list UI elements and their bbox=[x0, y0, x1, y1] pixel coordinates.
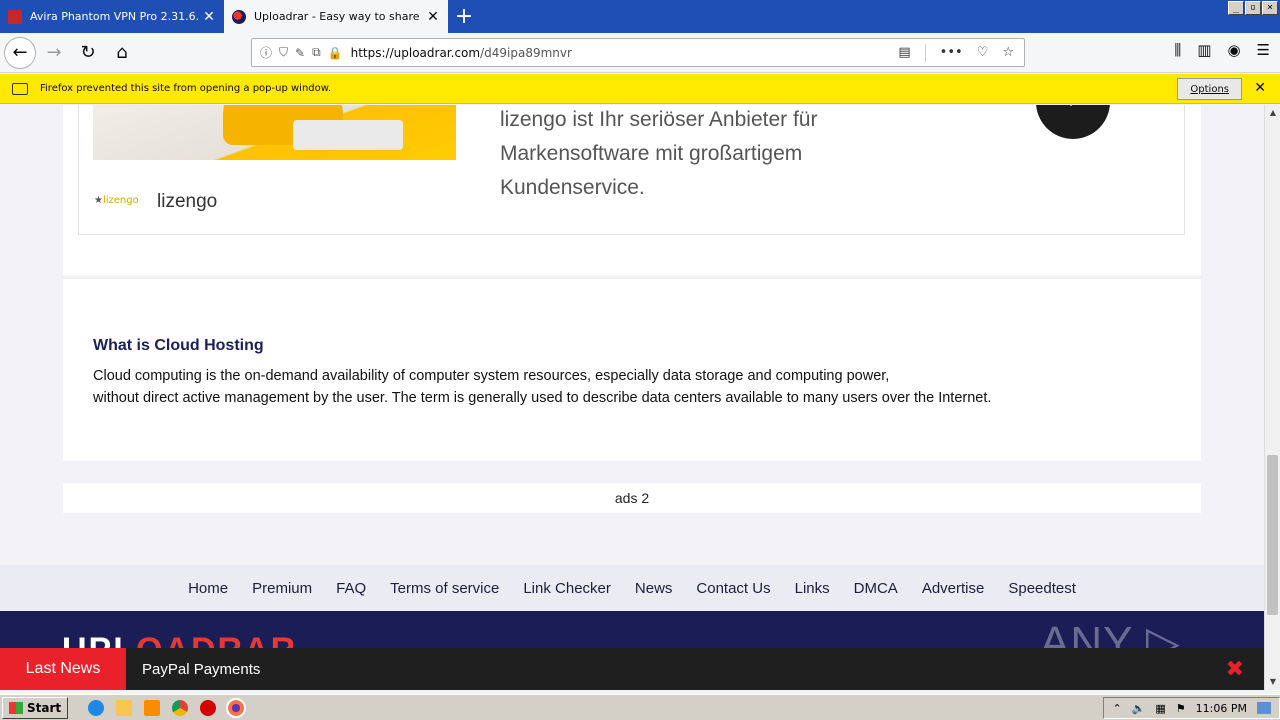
footer-link-link-checker[interactable]: Link Checker bbox=[523, 580, 611, 597]
network-icon[interactable]: ▦ bbox=[1155, 702, 1165, 715]
footer-link-contact[interactable]: Contact Us bbox=[696, 580, 770, 597]
scroll-up-icon[interactable]: ▲ bbox=[1265, 105, 1280, 121]
options-button[interactable]: Options bbox=[1177, 78, 1242, 100]
cloud-heading: What is Cloud Hosting bbox=[93, 337, 264, 354]
shield-icon[interactable]: ⛉ bbox=[279, 45, 288, 60]
window-controls: _ ▫ × bbox=[1228, 1, 1278, 15]
footer-link-premium[interactable]: Premium bbox=[252, 580, 312, 597]
news-ticker: Last News PayPal Payments ✖ bbox=[0, 648, 1264, 690]
home-button[interactable]: ⌂ bbox=[106, 37, 138, 69]
clock[interactable]: 11:06 PM bbox=[1196, 702, 1247, 715]
footer-link-faq[interactable]: FAQ bbox=[336, 580, 366, 597]
notification-message: Firefox prevented this site from opening… bbox=[40, 83, 332, 94]
tray-expand-icon[interactable]: ⌃ bbox=[1112, 702, 1121, 715]
maximize-button[interactable]: ▫ bbox=[1245, 1, 1261, 15]
page-scrollbar[interactable]: ▲ ▼ bbox=[1264, 105, 1280, 690]
pocket-icon[interactable]: ♡ bbox=[977, 45, 989, 60]
popup-blocked-bar: Firefox prevented this site from opening… bbox=[0, 74, 1280, 104]
volume-icon[interactable]: 🔈 bbox=[1132, 702, 1146, 715]
firefox-icon[interactable] bbox=[226, 697, 247, 718]
scroll-thumb[interactable] bbox=[1267, 455, 1278, 615]
footer-link-home[interactable]: Home bbox=[188, 580, 228, 597]
separator bbox=[924, 43, 926, 62]
popup-blocked-icon[interactable]: ⧉ bbox=[312, 45, 321, 60]
url-text[interactable]: https://uploadrar.com/d49ipa89mnvr bbox=[351, 46, 899, 60]
ie-icon[interactable] bbox=[88, 699, 105, 716]
chrome-icon[interactable] bbox=[172, 699, 189, 716]
ads-2-slot: ads 2 bbox=[63, 483, 1201, 513]
ad-text[interactable]: lizengo ist Ihr seriöser Anbieter für Ma… bbox=[500, 105, 920, 205]
url-bar[interactable]: ⓘ ⛉ ✎ ⧉ 🔒 https://uploadrar.com/d49ipa89… bbox=[251, 38, 1025, 67]
action-center-icon[interactable]: ⚑ bbox=[1176, 702, 1186, 715]
scroll-down-icon[interactable]: ▼ bbox=[1265, 674, 1280, 690]
ad-laptop-shape bbox=[293, 120, 403, 150]
reload-button[interactable]: ↻ bbox=[72, 37, 104, 69]
permissions-icon[interactable]: ✎ bbox=[295, 46, 305, 60]
footer-link-news[interactable]: News bbox=[635, 580, 673, 597]
tab-avira[interactable]: Avira Phantom VPN Pro 2.31.6.20 ✕ bbox=[0, 0, 224, 33]
cloud-hosting-card: What is Cloud Hosting Cloud computing is… bbox=[63, 278, 1201, 461]
popup-icon bbox=[12, 82, 28, 95]
cloud-description: Cloud computing is the on-demand availab… bbox=[93, 368, 992, 406]
lock-icon[interactable]: 🔒 bbox=[328, 46, 343, 60]
system-tray: ⌃ 🔈 ▦ ⚑ 11:06 PM bbox=[1103, 697, 1280, 719]
sidebar-icon[interactable]: ▥ bbox=[1197, 41, 1211, 59]
ad-image[interactable] bbox=[93, 105, 456, 160]
page-actions-icon[interactable]: ••• bbox=[940, 45, 963, 60]
minimize-button[interactable]: _ bbox=[1228, 1, 1244, 15]
close-notification-icon[interactable]: ✕ bbox=[1254, 80, 1266, 96]
nav-bar: ← → ↻ ⌂ ⓘ ⛉ ✎ ⧉ 🔒 https://uploadrar.com/… bbox=[0, 33, 1280, 73]
info-icon[interactable]: ⓘ bbox=[260, 44, 272, 61]
tab-title: Avira Phantom VPN Pro 2.31.6.20 bbox=[30, 10, 198, 23]
explorer-icon[interactable] bbox=[116, 699, 133, 716]
avira-icon bbox=[8, 9, 22, 24]
ticker-item[interactable]: PayPal Payments bbox=[142, 661, 260, 678]
footer-link-links[interactable]: Links bbox=[795, 580, 830, 597]
lizengo-logo: ★lizengo bbox=[94, 195, 139, 206]
close-icon[interactable]: ✕ bbox=[426, 9, 440, 25]
footer-link-terms[interactable]: Terms of service bbox=[390, 580, 499, 597]
back-button[interactable]: ← bbox=[4, 36, 36, 69]
tab-title: Uploadrar - Easy way to share yo bbox=[254, 10, 422, 23]
ad-box[interactable]: ★lizengo lizengo lizengo ist Ihr seriöse… bbox=[78, 105, 1185, 235]
close-icon[interactable]: ✕ bbox=[202, 9, 216, 25]
footer-link-advertise[interactable]: Advertise bbox=[922, 580, 985, 597]
start-button[interactable]: Start bbox=[2, 696, 69, 719]
opera-icon[interactable] bbox=[200, 699, 217, 716]
footer-link-dmca[interactable]: DMCA bbox=[854, 580, 898, 597]
reader-view-icon[interactable]: ▤ bbox=[898, 45, 910, 60]
new-tab-button[interactable]: + bbox=[448, 0, 480, 33]
ticker-close-icon[interactable]: ✖ bbox=[1226, 657, 1244, 682]
ad-card: ★lizengo lizengo lizengo ist Ihr seriöse… bbox=[63, 105, 1201, 275]
account-icon[interactable]: ◉ bbox=[1227, 41, 1240, 59]
forward-button[interactable]: → bbox=[38, 37, 70, 69]
bookmark-star-icon[interactable]: ☆ bbox=[1002, 45, 1014, 60]
page-content: ★lizengo lizengo lizengo ist Ihr seriöse… bbox=[0, 105, 1264, 690]
start-label: Start bbox=[27, 700, 62, 715]
windows-taskbar: Start ⌃ 🔈 ▦ ⚑ 11:06 PM bbox=[0, 694, 1280, 720]
footer-link-speedtest[interactable]: Speedtest bbox=[1008, 580, 1076, 597]
footer-nav: Home Premium FAQ Terms of service Link C… bbox=[0, 565, 1264, 611]
toolbar-right: ⫼ ▥ ◉ ☰ bbox=[1174, 41, 1270, 59]
uploadrar-icon bbox=[232, 9, 246, 24]
ticker-label: Last News bbox=[0, 648, 126, 690]
ad-brand[interactable]: lizengo bbox=[157, 191, 217, 213]
tab-bar: Avira Phantom VPN Pro 2.31.6.20 ✕ Upload… bbox=[0, 0, 1280, 33]
quick-launch bbox=[88, 697, 247, 718]
close-window-button[interactable]: × bbox=[1262, 1, 1278, 15]
media-player-icon[interactable] bbox=[144, 699, 161, 716]
ad-arrow-button[interactable]: › bbox=[1036, 105, 1110, 139]
windows-flag-icon bbox=[9, 701, 23, 714]
menu-icon[interactable]: ☰ bbox=[1257, 41, 1270, 59]
library-icon[interactable]: ⫼ bbox=[1174, 41, 1181, 59]
show-desktop-icon[interactable] bbox=[1257, 702, 1271, 714]
tab-uploadrar[interactable]: Uploadrar - Easy way to share yo ✕ bbox=[224, 0, 448, 33]
